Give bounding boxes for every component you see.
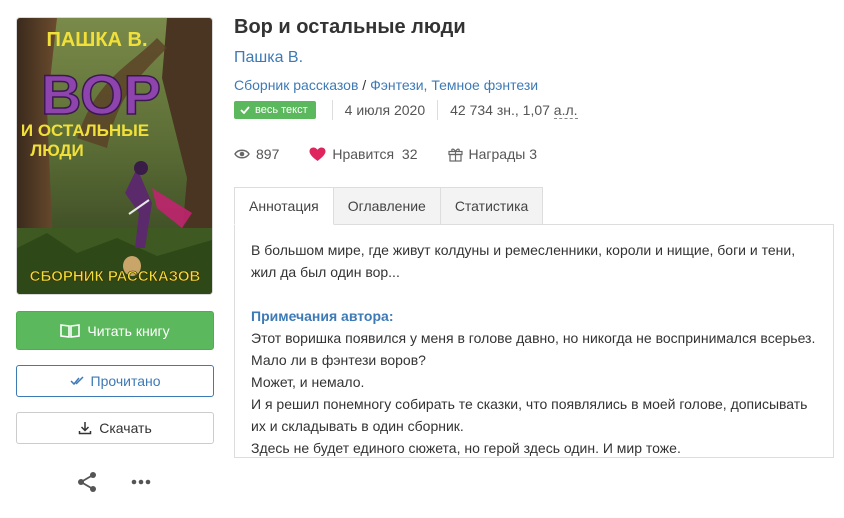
download-label: Скачать	[99, 420, 152, 436]
check-icon	[240, 106, 250, 114]
size-unit: а.л.	[553, 101, 578, 119]
book-title: Вор и остальные люди	[234, 16, 466, 38]
book-size: 42 734 зн., 1,07	[450, 102, 550, 118]
cover-subtitle-2: ЛЮДИ	[30, 141, 83, 160]
genre-separator: /	[358, 77, 371, 93]
book-cover[interactable]: ПАШКА В. ВОР И ОСТАЛЬНЫЕ ЛЮДИ СБОРНИК РА…	[17, 18, 212, 294]
read-book-button[interactable]: Читать книгу	[16, 311, 214, 350]
meta-row: весь текст 4 июля 2020 42 734 зн., 1,07 …	[234, 99, 578, 121]
annotation-panel: В большом мире, где живут колдуны и реме…	[234, 224, 834, 458]
read-book-label: Читать книгу	[87, 322, 170, 339]
status-badge-label: весь текст	[255, 104, 308, 116]
mark-read-label: Прочитано	[90, 373, 161, 389]
author-note: И я решил понемногу собирать те сказки, …	[251, 396, 808, 434]
author-note: Может, и немало.	[251, 374, 365, 390]
author-notes-title: Примечания автора:	[251, 308, 394, 324]
cover-author: ПАШКА В.	[46, 29, 147, 51]
views-stat: 897	[234, 146, 279, 162]
annotation-text: В большом мире, где живут колдуны и реме…	[251, 242, 796, 280]
author-link[interactable]: Пашка В.	[234, 49, 303, 67]
stats-row: 897 Нравится 32 Награды 3	[234, 143, 567, 165]
author-note: Этот воришка появился у меня в голове да…	[251, 330, 816, 346]
likes-count: 32	[401, 146, 418, 162]
genre-link-collection[interactable]: Сборник рассказов	[234, 77, 358, 93]
awards-count: 3	[529, 146, 537, 162]
share-icon[interactable]	[76, 471, 98, 493]
more-options-icon[interactable]	[130, 471, 152, 493]
double-check-icon	[69, 376, 84, 386]
tab-statistics[interactable]: Статистика	[440, 187, 544, 225]
divider	[437, 100, 439, 120]
gift-icon	[447, 147, 463, 162]
genre-link-fantasy[interactable]: Фэнтези, Темное фэнтези	[370, 77, 538, 93]
cover-bottom: СБОРНИК РАССКАЗОВ	[30, 268, 201, 285]
awards-stat[interactable]: Награды 3	[447, 146, 537, 162]
download-icon	[78, 421, 92, 435]
author-note: Здесь не будет единого сюжета, но герой …	[251, 440, 681, 456]
cover-subtitle-1: И ОСТАЛЬНЫЕ	[21, 121, 149, 140]
tab-annotation[interactable]: Аннотация	[234, 187, 334, 225]
publish-date: 4 июля 2020	[344, 102, 426, 118]
download-button[interactable]: Скачать	[16, 412, 214, 444]
status-badge: весь текст	[234, 101, 316, 119]
cover-title: ВОР	[41, 63, 161, 126]
book-icon	[60, 323, 81, 338]
awards-label: Награды	[468, 146, 526, 162]
likes-stat[interactable]: Нравится 32	[309, 146, 418, 162]
views-count: 897	[256, 146, 280, 162]
tabs: Аннотация Оглавление Статистика	[234, 187, 544, 225]
eye-icon	[234, 148, 250, 160]
author-note: Мало ли в фэнтези воров?	[251, 352, 426, 368]
tab-contents[interactable]: Оглавление	[333, 187, 441, 225]
heart-icon	[309, 147, 326, 162]
mark-read-button[interactable]: Прочитано	[16, 365, 214, 397]
genres: Сборник рассказов / Фэнтези, Темное фэнт…	[234, 77, 538, 93]
likes-label: Нравится	[332, 146, 395, 162]
divider	[331, 100, 333, 120]
